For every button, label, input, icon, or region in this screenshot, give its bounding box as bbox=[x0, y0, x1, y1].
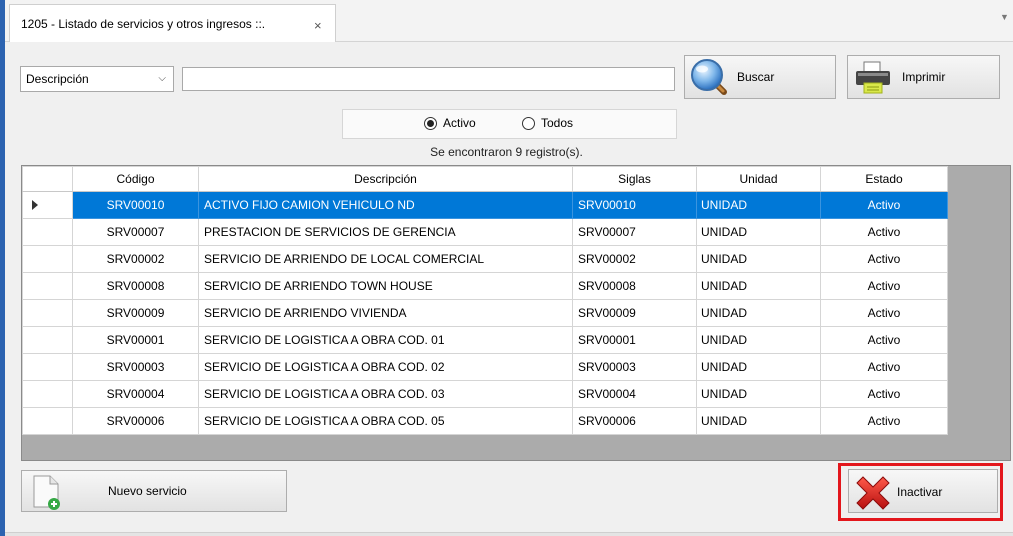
cell-siglas[interactable]: SRV00007 bbox=[572, 218, 697, 246]
print-button[interactable]: Imprimir bbox=[847, 55, 1000, 99]
cell-codigo[interactable]: SRV00004 bbox=[72, 380, 199, 408]
table-row[interactable]: SRV00010 ACTIVO FIJO CAMION VEHICULO ND … bbox=[22, 191, 948, 219]
radio-activo[interactable]: Activo bbox=[424, 116, 476, 130]
row-header[interactable] bbox=[22, 299, 73, 327]
cell-unidad[interactable]: UNIDAD bbox=[696, 407, 821, 435]
cell-unidad[interactable]: UNIDAD bbox=[696, 326, 821, 354]
chevron-down-icon: ⌵ bbox=[158, 73, 166, 84]
row-header[interactable] bbox=[22, 218, 73, 246]
cell-estado[interactable]: Activo bbox=[820, 218, 948, 246]
cell-estado[interactable]: Activo bbox=[820, 191, 948, 219]
search-input[interactable] bbox=[182, 67, 675, 91]
row-header[interactable] bbox=[22, 326, 73, 354]
row-header-corner bbox=[22, 166, 73, 192]
filter-field-value: Descripción bbox=[26, 72, 89, 86]
cell-descripcion[interactable]: ACTIVO FIJO CAMION VEHICULO ND bbox=[198, 191, 573, 219]
table-header-row: Código Descripción Siglas Unidad Estado bbox=[22, 166, 948, 192]
cell-unidad[interactable]: UNIDAD bbox=[696, 299, 821, 327]
cell-siglas[interactable]: SRV00004 bbox=[572, 380, 697, 408]
table-row[interactable]: SRV00004 SERVICIO DE LOGISTICA A OBRA CO… bbox=[22, 380, 948, 408]
cell-codigo[interactable]: SRV00003 bbox=[72, 353, 199, 381]
printer-icon bbox=[856, 61, 890, 94]
table-row[interactable]: SRV00007 PRESTACION DE SERVICIOS DE GERE… bbox=[22, 218, 948, 246]
column-header-siglas[interactable]: Siglas bbox=[572, 166, 697, 192]
tab-title: 1205 - Listado de servicios y otros ingr… bbox=[21, 17, 266, 31]
table-row[interactable]: SRV00008 SERVICIO DE ARRIENDO TOWN HOUSE… bbox=[22, 272, 948, 300]
services-grid: Código Descripción Siglas Unidad Estado … bbox=[21, 165, 1011, 461]
row-header[interactable] bbox=[22, 245, 73, 273]
radio-activo-label: Activo bbox=[443, 116, 476, 130]
radio-todos-label: Todos bbox=[541, 116, 574, 130]
radio-unchecked-icon bbox=[522, 116, 535, 130]
cell-siglas[interactable]: SRV00010 bbox=[572, 191, 697, 219]
cell-codigo[interactable]: SRV00008 bbox=[72, 272, 199, 300]
new-document-icon bbox=[33, 475, 60, 510]
column-header-unidad[interactable]: Unidad bbox=[696, 166, 821, 192]
cell-descripcion[interactable]: SERVICIO DE LOGISTICA A OBRA COD. 02 bbox=[198, 353, 573, 381]
cell-estado[interactable]: Activo bbox=[820, 272, 948, 300]
search-button[interactable]: Buscar bbox=[684, 55, 836, 99]
new-service-button[interactable]: Nuevo servicio bbox=[21, 470, 287, 512]
window-bottom-border bbox=[5, 532, 1013, 536]
cell-unidad[interactable]: UNIDAD bbox=[696, 245, 821, 273]
cell-codigo[interactable]: SRV00009 bbox=[72, 299, 199, 327]
cell-siglas[interactable]: SRV00001 bbox=[572, 326, 697, 354]
row-header[interactable] bbox=[22, 191, 73, 219]
cell-estado[interactable]: Activo bbox=[820, 299, 948, 327]
cell-siglas[interactable]: SRV00002 bbox=[572, 245, 697, 273]
column-header-descripcion[interactable]: Descripción bbox=[198, 166, 573, 192]
cell-codigo[interactable]: SRV00001 bbox=[72, 326, 199, 354]
magnifier-icon bbox=[691, 59, 727, 95]
cell-siglas[interactable]: SRV00008 bbox=[572, 272, 697, 300]
cell-estado[interactable]: Activo bbox=[820, 380, 948, 408]
cell-estado[interactable]: Activo bbox=[820, 353, 948, 381]
row-header[interactable] bbox=[22, 272, 73, 300]
print-button-label: Imprimir bbox=[902, 70, 946, 84]
column-header-estado[interactable]: Estado bbox=[820, 166, 948, 192]
cell-descripcion[interactable]: SERVICIO DE ARRIENDO VIVIENDA bbox=[198, 299, 573, 327]
cell-siglas[interactable]: SRV00009 bbox=[572, 299, 697, 327]
cell-descripcion[interactable]: SERVICIO DE LOGISTICA A OBRA COD. 03 bbox=[198, 380, 573, 408]
radio-todos[interactable]: Todos bbox=[522, 116, 573, 130]
cell-estado[interactable]: Activo bbox=[820, 407, 948, 435]
cell-codigo[interactable]: SRV00002 bbox=[72, 245, 199, 273]
tab-listado-servicios[interactable]: 1205 - Listado de servicios y otros ingr… bbox=[9, 4, 336, 43]
cell-descripcion[interactable]: SERVICIO DE LOGISTICA A OBRA COD. 05 bbox=[198, 407, 573, 435]
table-row[interactable]: SRV00002 SERVICIO DE ARRIENDO DE LOCAL C… bbox=[22, 245, 948, 273]
cell-descripcion[interactable]: SERVICIO DE LOGISTICA A OBRA COD. 01 bbox=[198, 326, 573, 354]
current-row-arrow-icon bbox=[32, 200, 38, 210]
result-count: Se encontraron 9 registro(s). bbox=[430, 145, 583, 159]
cell-codigo[interactable]: SRV00010 bbox=[72, 191, 199, 219]
tab-close-icon[interactable]: × bbox=[314, 18, 322, 33]
row-header[interactable] bbox=[22, 353, 73, 381]
status-filter-group bbox=[342, 109, 677, 139]
cell-unidad[interactable]: UNIDAD bbox=[696, 218, 821, 246]
column-header-codigo[interactable]: Código bbox=[72, 166, 199, 192]
row-header[interactable] bbox=[22, 407, 73, 435]
cell-estado[interactable]: Activo bbox=[820, 245, 948, 273]
cell-descripcion[interactable]: SERVICIO DE ARRIENDO TOWN HOUSE bbox=[198, 272, 573, 300]
table-row[interactable]: SRV00003 SERVICIO DE LOGISTICA A OBRA CO… bbox=[22, 353, 948, 381]
cell-descripcion[interactable]: PRESTACION DE SERVICIOS DE GERENCIA bbox=[198, 218, 573, 246]
filter-field-select[interactable]: Descripción ⌵ bbox=[20, 66, 174, 92]
cell-codigo[interactable]: SRV00006 bbox=[72, 407, 199, 435]
table-row[interactable]: SRV00009 SERVICIO DE ARRIENDO VIVIENDA S… bbox=[22, 299, 948, 327]
table-row[interactable]: SRV00006 SERVICIO DE LOGISTICA A OBRA CO… bbox=[22, 407, 948, 435]
search-button-label: Buscar bbox=[737, 70, 775, 84]
table-row[interactable]: SRV00001 SERVICIO DE LOGISTICA A OBRA CO… bbox=[22, 326, 948, 354]
cell-estado[interactable]: Activo bbox=[820, 326, 948, 354]
tab-overflow-chevron-icon[interactable]: ▼ bbox=[1000, 12, 1009, 22]
cell-unidad[interactable]: UNIDAD bbox=[696, 353, 821, 381]
cell-unidad[interactable]: UNIDAD bbox=[696, 191, 821, 219]
row-header[interactable] bbox=[22, 380, 73, 408]
cell-codigo[interactable]: SRV00007 bbox=[72, 218, 199, 246]
cell-unidad[interactable]: UNIDAD bbox=[696, 272, 821, 300]
cell-unidad[interactable]: UNIDAD bbox=[696, 380, 821, 408]
new-service-button-label: Nuevo servicio bbox=[108, 484, 187, 498]
radio-checked-icon bbox=[424, 116, 437, 130]
cell-siglas[interactable]: SRV00003 bbox=[572, 353, 697, 381]
cell-siglas[interactable]: SRV00006 bbox=[572, 407, 697, 435]
cell-descripcion[interactable]: SERVICIO DE ARRIENDO DE LOCAL COMERCIAL bbox=[198, 245, 573, 273]
highlight-frame bbox=[838, 463, 1003, 521]
